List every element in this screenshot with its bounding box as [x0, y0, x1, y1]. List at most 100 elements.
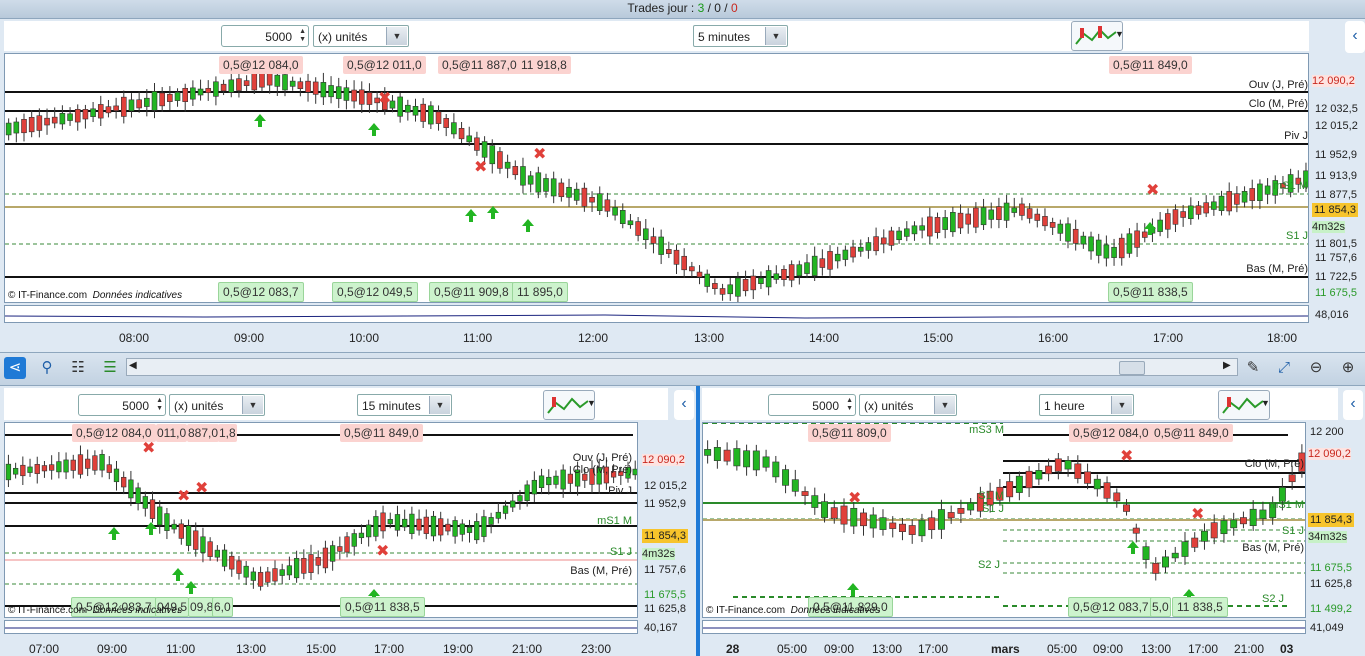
candle: [193, 522, 199, 557]
candle: [1195, 201, 1202, 220]
candle: [185, 519, 192, 552]
candle: [504, 154, 511, 179]
side-panel-toggle-icon[interactable]: ‹: [674, 390, 694, 420]
oscillator-area: [4, 305, 1309, 323]
candle: [773, 265, 780, 284]
quantity-stepper[interactable]: 5000 ▲ ▼: [221, 25, 309, 47]
candle: [12, 462, 19, 479]
candle: [157, 500, 163, 534]
unit-select[interactable]: (x) unités ▼: [169, 394, 265, 416]
bottom-right-panel: 5000 ▲ ▼ (x) unités ▼ 1 heure ▼ ▼ ‹ ✖ ✖ ✖ 0,5@…: [700, 386, 1365, 656]
chevron-down-icon[interactable]: ▼: [587, 398, 596, 408]
candle: [70, 454, 76, 479]
chevron-down-icon: ▼: [934, 396, 955, 414]
time-label: 17:00: [1188, 642, 1219, 656]
candle: [1103, 476, 1111, 503]
buy-marker-icon: [145, 522, 157, 535]
zoom-in-icon[interactable]: ⊕: [1337, 357, 1359, 379]
candle: [428, 101, 434, 130]
candle: [635, 217, 641, 242]
candle: [337, 536, 343, 560]
quantity-stepper[interactable]: 5000 ▲ ▼: [78, 394, 166, 416]
buy-trade-label: 0,5@11 838,5: [1108, 282, 1193, 302]
scroll-thumb[interactable]: [1119, 361, 1145, 375]
time-label: 17:00: [918, 642, 949, 656]
candle: [919, 217, 925, 239]
candle: [850, 239, 856, 263]
price-chart-area[interactable]: ✖ ✖ ✖: [702, 422, 1306, 618]
candle: [272, 560, 278, 586]
candle: [28, 110, 35, 138]
template-icon[interactable]: ☰: [99, 357, 121, 379]
sell-trade-label: 887,0: [187, 424, 220, 442]
timeframe-select[interactable]: 5 minutes ▼: [693, 25, 788, 47]
y-axis-label: 11 913,9: [1315, 170, 1358, 182]
candle: [105, 99, 112, 118]
candle: [535, 166, 542, 199]
candle: [380, 505, 386, 539]
candle: [934, 212, 941, 239]
candle: [351, 80, 357, 109]
candle: [351, 529, 357, 556]
candle: [497, 147, 503, 174]
candle: [178, 519, 184, 545]
candle: [344, 532, 350, 558]
candle: [627, 214, 634, 229]
level-label: S1 M: [978, 490, 1004, 502]
zoom-fit-icon[interactable]: ⤢: [1273, 357, 1295, 379]
level-label: Piv J: [608, 485, 632, 497]
timeframe-select[interactable]: 1 heure ▼: [1039, 394, 1134, 416]
candle: [1042, 208, 1048, 231]
y-axis-label: 12 032,5: [1315, 103, 1358, 115]
candle: [1172, 204, 1179, 233]
side-panel-toggle-icon[interactable]: ‹: [1345, 21, 1365, 53]
candle: [1191, 532, 1199, 553]
copyright-notice: © IT-Finance.com Données indicatives: [706, 605, 881, 616]
candle: [927, 207, 933, 245]
indicator-icon[interactable]: ⚲: [36, 357, 58, 379]
candle: [99, 449, 105, 478]
y-axis-label: 11 722,5: [1315, 271, 1358, 283]
time-label: 17:00: [374, 642, 405, 656]
countdown-badge: 4m32s: [1312, 221, 1346, 233]
candle: [305, 73, 311, 102]
candle: [1162, 549, 1169, 574]
candle: [879, 509, 887, 536]
buy-trade-label: 0,5@11 838,5: [340, 597, 425, 617]
share-icon[interactable]: ⋖: [4, 357, 26, 379]
candle: [596, 186, 603, 216]
timeframe-select[interactable]: 15 minutes ▼: [357, 394, 452, 416]
candle: [1123, 498, 1130, 516]
candle: [121, 471, 127, 495]
candle: [49, 455, 55, 480]
candle: [443, 113, 450, 137]
candle: [142, 491, 148, 517]
sell-marker-icon: ✖: [376, 541, 389, 560]
list-icon[interactable]: ☷: [67, 357, 89, 379]
candle: [41, 461, 48, 478]
top-chart-panel: 5000 ▲ ▼ (x) unités ▼ 5 minutes ▼ ▼ ‹ ✖ ✖ ✖ ✖ 0…: [0, 19, 1365, 352]
candle: [5, 454, 12, 488]
candle: [1218, 190, 1225, 216]
chevron-down-icon[interactable]: ▼: [1115, 29, 1124, 39]
candle: [200, 527, 206, 563]
quantity-stepper[interactable]: 5000 ▲ ▼: [768, 394, 856, 416]
candle: [423, 509, 429, 540]
candle: [197, 79, 204, 101]
time-label: 12:00: [578, 331, 609, 345]
candle: [1015, 471, 1023, 501]
unit-select[interactable]: (x) unités ▼: [313, 25, 409, 47]
zoom-out-icon[interactable]: ⊖: [1305, 357, 1327, 379]
chevron-down-icon[interactable]: ▼: [1261, 398, 1270, 408]
price-chart-area[interactable]: ✖ ✖ ✖ ✖: [4, 53, 1309, 303]
candle: [791, 469, 799, 497]
candle: [1072, 219, 1079, 251]
candle: [860, 508, 867, 536]
time-label: 16:00: [1038, 331, 1069, 345]
candle: [821, 493, 828, 523]
draw-icon[interactable]: ✎: [1242, 357, 1264, 379]
candle: [301, 549, 307, 580]
side-panel-toggle-icon[interactable]: ‹: [1343, 390, 1363, 420]
horizontal-scrollbar[interactable]: ◀ ▶: [126, 358, 1238, 376]
unit-select[interactable]: (x) unités ▼: [859, 394, 957, 416]
